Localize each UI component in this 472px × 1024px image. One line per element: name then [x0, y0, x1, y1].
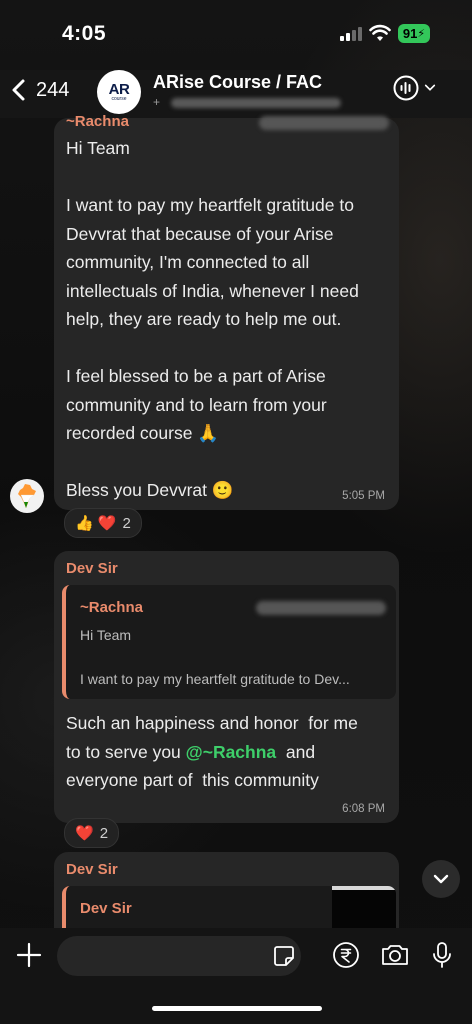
avatar-logo-text: AR [108, 81, 130, 98]
reaction-emojis: ❤️ [75, 825, 94, 842]
voice-call-icon [393, 75, 419, 101]
quoted-sender: ~Rachna [80, 599, 143, 616]
unread-count: 244 [36, 78, 70, 101]
members-prefix: + [153, 95, 168, 109]
voice-call-button[interactable] [392, 74, 436, 102]
message-reactions[interactable]: ❤️ 2 [64, 818, 120, 848]
status-bar: 4:05 91 ⚡ [0, 0, 472, 70]
quoted-line-1: Hi Team [80, 627, 132, 643]
wifi-icon [369, 24, 391, 41]
home-indicator [152, 1006, 322, 1011]
status-time: 4:05 [62, 22, 107, 45]
message-reactions[interactable]: 👍 ❤️ 2 [64, 508, 142, 538]
avatar-logo-sub: course [111, 96, 127, 102]
message-sender: Dev Sir [66, 560, 118, 577]
chevron-down-icon [433, 874, 449, 884]
plus-icon[interactable] [16, 942, 42, 968]
message-bubble[interactable]: ~Rachna Hi Team I want to pay my heartfe… [54, 113, 399, 510]
message-input[interactable] [57, 936, 301, 976]
battery-icon: 91 ⚡ [398, 24, 430, 43]
phone-redacted [259, 116, 389, 130]
chevron-down-icon [424, 84, 436, 91]
signal-icon [340, 26, 362, 41]
message-text: Such an happiness and honor for me to to… [66, 709, 396, 795]
sticker-icon[interactable] [273, 945, 295, 967]
battery-level: 91 [402, 26, 418, 41]
message-bubble[interactable]: Dev Sir ~Rachna Hi Team I want to pay my… [54, 551, 399, 823]
message-time: 6:08 PM [342, 803, 385, 815]
quoted-message[interactable]: ~Rachna Hi Team I want to pay my heartfe… [62, 585, 396, 699]
chat-header: 244 AR course ARise Course / FAC + [0, 70, 472, 118]
reaction-emojis: 👍 ❤️ [75, 515, 117, 532]
india-map-icon [18, 484, 36, 508]
rupee-icon[interactable] [331, 940, 361, 970]
reaction-count: 2 [122, 514, 131, 532]
group-avatar[interactable]: AR course [97, 70, 141, 114]
group-title[interactable]: ARise Course / FAC [153, 72, 322, 93]
scroll-down-button[interactable] [422, 860, 460, 898]
message-sender: Dev Sir [66, 861, 118, 878]
back-button[interactable]: 244 [10, 78, 69, 102]
quoted-sender: Dev Sir [80, 900, 132, 917]
compose-bar [0, 928, 472, 1024]
message-sender: ~Rachna [66, 113, 129, 130]
message-time: 5:05 PM [342, 490, 385, 502]
microphone-icon[interactable] [427, 940, 457, 970]
chevron-left-icon [12, 79, 25, 101]
reaction-count: 2 [99, 824, 109, 842]
members-redacted [170, 97, 341, 108]
message-text: Hi Team I want to pay my heartfelt grati… [66, 138, 359, 500]
camera-icon[interactable] [380, 940, 410, 970]
group-members: + [153, 95, 373, 110]
sender-avatar[interactable] [10, 479, 44, 513]
mention-link[interactable]: @~Rachna [186, 742, 277, 762]
quoted-line-2: I want to pay my heartfelt gratitude to … [80, 671, 350, 687]
phone-redacted [256, 601, 386, 615]
